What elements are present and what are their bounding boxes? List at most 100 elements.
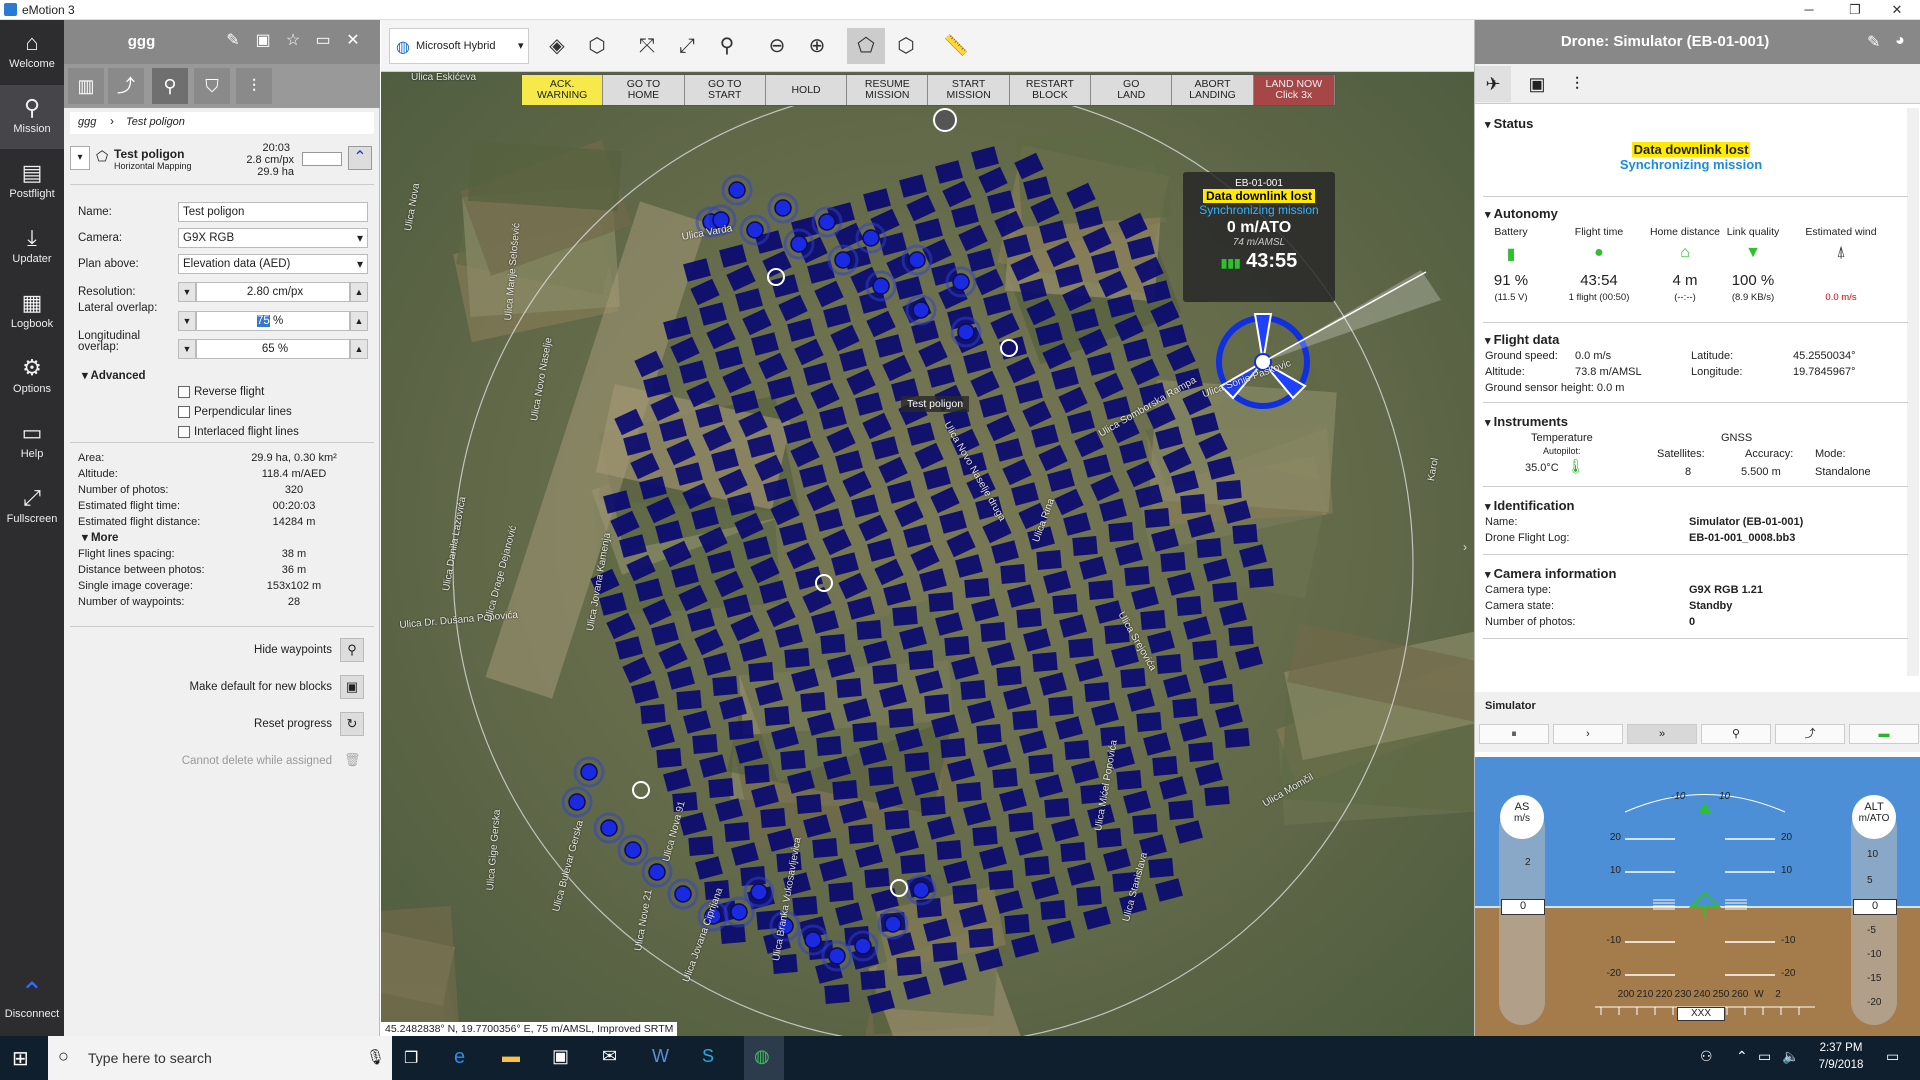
mail-icon[interactable]: ✉: [602, 1046, 617, 1067]
nav-fullscreen[interactable]: ⤢ Fullscreen: [0, 475, 64, 539]
shield-tab-icon[interactable]: ⛉: [194, 68, 230, 104]
collapse-right-icon[interactable]: ›: [1463, 540, 1473, 556]
instruments-header[interactable]: Instruments: [1485, 414, 1568, 429]
name-input[interactable]: Test poligon: [178, 202, 368, 222]
settings-tab-icon[interactable]: ⫶: [1559, 66, 1595, 102]
longitudinal-increment[interactable]: ▲: [350, 339, 368, 359]
perpendicular-lines-checkbox[interactable]: [178, 406, 190, 418]
fit-mission-icon[interactable]: ⤧: [628, 28, 666, 64]
store-icon[interactable]: ▣: [552, 1046, 569, 1067]
edit-icon[interactable]: ✎: [222, 30, 244, 52]
command-button[interactable]: HOLD: [765, 75, 848, 105]
camera-info-header[interactable]: Camera information: [1485, 566, 1617, 581]
plane-tab-icon[interactable]: ✈: [1475, 66, 1511, 102]
notification-icon[interactable]: ▭: [1886, 1048, 1899, 1065]
location-pin-icon[interactable]: ⚲: [1701, 724, 1771, 744]
command-button[interactable]: ACK. WARNING: [522, 75, 604, 105]
command-button[interactable]: GO TO HOME: [603, 75, 685, 105]
longitudinal-overlap-input[interactable]: 65 %: [196, 339, 350, 359]
emotion-taskbar-button[interactable]: ◍: [744, 1036, 784, 1080]
reverse-flight-checkbox[interactable]: [178, 386, 190, 398]
scrollbar[interactable]: [1907, 108, 1919, 676]
taskbar-search[interactable]: ○ Type here to search 🎙: [48, 1036, 392, 1080]
takeoff-tab-icon[interactable]: ⤴: [108, 68, 144, 104]
windows-start-icon[interactable]: ⊞: [12, 1046, 29, 1071]
map-tab-icon[interactable]: ▥: [68, 68, 104, 104]
lateral-decrement[interactable]: ▼: [178, 311, 196, 331]
network-icon[interactable]: ▭: [1758, 1048, 1771, 1065]
chevron-down-icon[interactable]: ▾: [70, 146, 90, 170]
command-button[interactable]: GO TO START: [684, 75, 766, 105]
lateral-increment[interactable]: ▲: [350, 311, 368, 331]
people-icon[interactable]: ⚇: [1700, 1048, 1713, 1065]
cube-icon[interactable]: ⬡: [578, 28, 616, 64]
battery-icon[interactable]: ▬: [1849, 724, 1919, 744]
longitudinal-decrement[interactable]: ▼: [178, 339, 196, 359]
clock-date[interactable]: 7/9/2018: [1806, 1059, 1876, 1071]
volume-icon[interactable]: 🔈: [1782, 1048, 1799, 1065]
resolution-input[interactable]: 2.80 cm/px: [196, 282, 350, 302]
flight-data-header[interactable]: Flight data: [1485, 332, 1560, 347]
chevron-up-icon[interactable]: ⌃: [1736, 1048, 1748, 1065]
fast-forward-icon[interactable]: »: [1627, 724, 1697, 744]
nav-updater[interactable]: ⤓ Updater: [0, 215, 64, 279]
restore-icon[interactable]: ❐: [1832, 0, 1878, 20]
word-icon[interactable]: W: [652, 1046, 669, 1067]
block-color-swatch[interactable]: [302, 152, 342, 166]
command-button[interactable]: RESTART BLOCK: [1009, 75, 1092, 105]
play-icon[interactable]: ›: [1553, 724, 1623, 744]
command-button[interactable]: GO LAND: [1091, 75, 1173, 105]
advanced-toggle[interactable]: ▾ Advanced: [82, 368, 146, 382]
command-button[interactable]: START MISSION: [928, 75, 1010, 105]
collapse-left-icon[interactable]: ‹: [381, 540, 387, 556]
star-icon[interactable]: ☆: [282, 30, 304, 52]
clock-time[interactable]: 2:37 PM: [1806, 1042, 1876, 1054]
edge-icon[interactable]: e: [454, 1046, 465, 1069]
reset-icon[interactable]: ↻: [340, 712, 364, 736]
zoom-out-icon[interactable]: ⊖: [758, 28, 796, 64]
nav-options[interactable]: ⚙ Options: [0, 345, 64, 409]
interlaced-lines-checkbox[interactable]: [178, 426, 190, 438]
map-view[interactable]: Ulica Eskićeva Ulica Varda Ulica Nova Ulica…: [381, 20, 1474, 1036]
edit-icon[interactable]: ✎: [1867, 32, 1880, 52]
color-wheel-icon[interactable]: ◕: [1895, 32, 1905, 50]
edit-polygon-icon[interactable]: ⬡: [887, 28, 925, 64]
block-summary[interactable]: ▾ ⬠ Test poligon Horizontal Mapping 20:0…: [70, 142, 374, 178]
task-view-icon[interactable]: ❐: [404, 1048, 418, 1068]
save-icon[interactable]: ▣: [252, 30, 274, 52]
camera-select[interactable]: G9X RGB: [178, 228, 368, 248]
command-button[interactable]: LAND NOW Click 3x: [1253, 75, 1335, 105]
camera-tab-icon[interactable]: ▣: [1519, 66, 1555, 102]
identification-header[interactable]: Identification: [1485, 498, 1575, 513]
status-section-header[interactable]: Status: [1485, 116, 1534, 131]
settings-tab-icon[interactable]: ⫶: [236, 68, 272, 104]
command-button[interactable]: RESUME MISSION: [847, 75, 929, 105]
breadcrumb-item[interactable]: ggg: [78, 116, 96, 128]
nav-welcome[interactable]: ⌂ Welcome: [0, 20, 64, 84]
lateral-overlap-input[interactable]: 75 %: [196, 311, 350, 331]
nav-mission[interactable]: ⚲ Mission: [0, 85, 64, 149]
close-icon[interactable]: ✕: [342, 30, 364, 52]
skype-icon[interactable]: S: [702, 1046, 714, 1067]
map-pin-icon[interactable]: ⚲: [340, 638, 364, 662]
resolution-increment[interactable]: ▲: [350, 282, 368, 302]
autonomy-section-header[interactable]: Autonomy: [1485, 206, 1558, 221]
folder-icon[interactable]: ▭: [312, 30, 334, 52]
nav-disconnect[interactable]: ⌃ Disconnect: [0, 970, 64, 1034]
minimize-icon[interactable]: ─: [1786, 0, 1832, 20]
command-button[interactable]: ABORT LANDING: [1172, 75, 1254, 105]
pause-icon[interactable]: ⏸: [1479, 724, 1549, 744]
waypoint-tab-icon[interactable]: ⚲: [152, 68, 188, 104]
save-icon[interactable]: ▣: [340, 675, 364, 699]
draw-polygon-icon[interactable]: ⬠: [847, 28, 885, 64]
launch-icon[interactable]: ⤴: [1775, 724, 1845, 744]
map-layer-select[interactable]: ◍ Microsoft Hybrid ▾: [389, 28, 529, 64]
nav-postflight[interactable]: ▤ Postflight: [0, 150, 64, 214]
ruler-icon[interactable]: 📏: [937, 28, 975, 64]
more-toggle[interactable]: ▾ More: [82, 530, 118, 544]
resolution-decrement[interactable]: ▼: [178, 282, 196, 302]
close-icon[interactable]: ✕: [1874, 0, 1920, 20]
chevron-up-icon[interactable]: ⌃: [348, 146, 372, 170]
fit-all-icon[interactable]: ⤢: [668, 28, 706, 64]
zoom-in-icon[interactable]: ⊕: [798, 28, 836, 64]
